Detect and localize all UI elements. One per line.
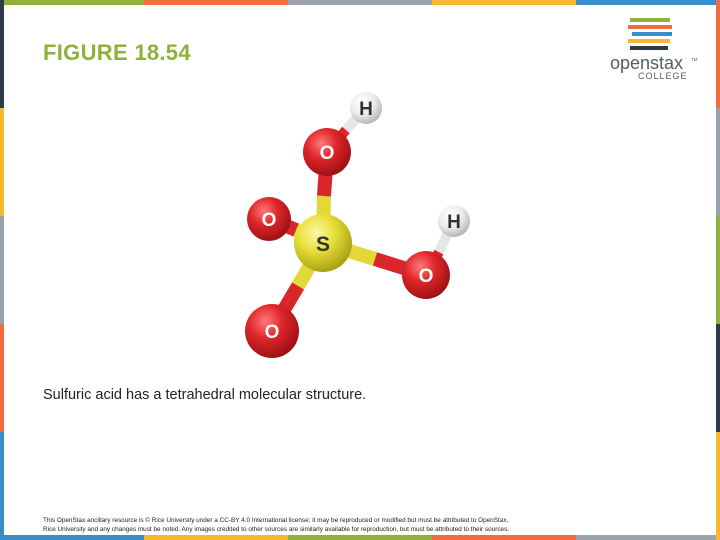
license-footer-line-1: This OpenStax ancillary resource is © Ri… — [43, 517, 509, 524]
oxygen-atom-right: O — [402, 251, 450, 299]
atom-label-h-top: H — [359, 99, 373, 120]
atom-label-h-right: H — [447, 212, 461, 233]
logo-trademark: TM — [691, 57, 698, 62]
frame-top-border — [0, 0, 720, 5]
frame-bottom-border — [0, 535, 720, 540]
frame-right-border — [716, 0, 720, 540]
hydrogen-atom-right: H — [438, 205, 470, 237]
sulfur-atom: S — [294, 214, 352, 272]
frame-left-border — [0, 0, 4, 540]
oxygen-atom-bottom: O — [245, 304, 299, 358]
atom-label-s: S — [316, 233, 330, 256]
sulfuric-acid-molecule: H H O O S O O — [245, 92, 470, 358]
logo-sub-text: COLLEGE — [638, 71, 688, 81]
oxygen-atom-left: O — [247, 197, 291, 241]
atom-label-o-right: O — [419, 266, 434, 287]
atom-label-o-top: O — [320, 143, 335, 164]
atom-label-o-left: O — [262, 210, 277, 231]
logo-brand-text: openstax — [610, 53, 683, 73]
figure-caption: Sulfuric acid has a tetrahedral molecula… — [43, 387, 367, 403]
atom-label-o-bottom: O — [265, 322, 280, 343]
hydrogen-atom-top: H — [350, 92, 382, 124]
license-footer: This OpenStax ancillary resource is © Ri… — [43, 516, 693, 534]
openstax-college-logo: openstax TM COLLEGE — [610, 18, 698, 81]
license-footer-line-2: Rice University and any changes must be … — [43, 526, 510, 533]
oxygen-atom-top: O — [303, 128, 351, 176]
figure-title: FIGURE 18.54 — [43, 40, 191, 65]
